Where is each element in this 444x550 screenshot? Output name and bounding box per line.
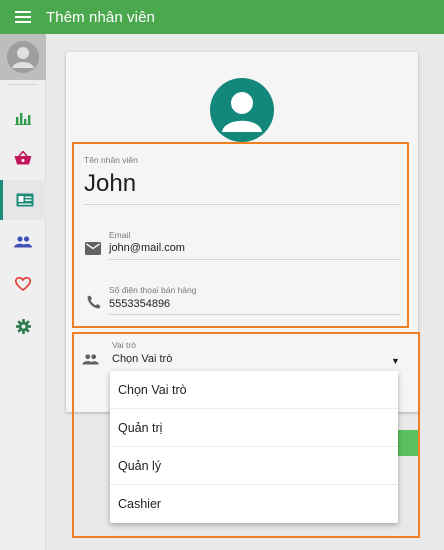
- page-title: Thêm nhân viên: [46, 8, 155, 26]
- email-underline: [109, 259, 400, 260]
- email-icon: [85, 242, 101, 255]
- name-underline: [84, 204, 400, 205]
- nav-item-employees[interactable]: [0, 180, 46, 220]
- app-bar: Thêm nhân viên: [0, 0, 444, 34]
- nav-item-sales[interactable]: [0, 138, 46, 178]
- phone-input[interactable]: 5553354896: [109, 298, 170, 310]
- role-option[interactable]: Quản lý: [110, 447, 398, 485]
- avatar-icon: [7, 41, 39, 73]
- role-option[interactable]: Quản trị: [110, 409, 398, 447]
- phone-label: Số điện thoại bán hàng: [109, 285, 197, 295]
- phone-underline: [109, 314, 400, 315]
- nav-divider: [8, 84, 37, 85]
- role-option[interactable]: Cashier: [110, 485, 398, 523]
- role-label: Vai trò: [112, 340, 136, 350]
- people-icon: [14, 236, 32, 248]
- menu-icon: [15, 11, 31, 23]
- role-option[interactable]: Chọn Vai trò: [110, 371, 398, 409]
- nav-item-statistics[interactable]: [0, 98, 46, 138]
- role-select[interactable]: Chọn Vai trò: [112, 353, 172, 365]
- name-label: Tên nhân viên: [84, 155, 138, 165]
- email-label: Email: [109, 230, 131, 240]
- phone-icon: [87, 295, 101, 309]
- email-input[interactable]: john@mail.com: [109, 242, 185, 254]
- nav-item-settings[interactable]: [0, 306, 46, 346]
- id-card-icon: [16, 193, 33, 207]
- gear-icon: [15, 318, 31, 334]
- dropdown-arrow-icon[interactable]: ▼: [391, 356, 400, 366]
- person-icon: [222, 92, 262, 132]
- basket-icon: [14, 151, 32, 165]
- name-input[interactable]: John: [84, 170, 136, 198]
- role-dropdown-menu: Chọn Vai trò Quản trị Quản lý Cashier: [110, 371, 398, 523]
- profile-photo[interactable]: [210, 78, 274, 142]
- heart-icon: [15, 277, 31, 291]
- menu-button[interactable]: [0, 0, 46, 34]
- people-icon: [82, 354, 99, 365]
- nav-item-customers[interactable]: [0, 222, 46, 262]
- bar-chart-icon: [15, 113, 31, 125]
- user-avatar[interactable]: [0, 34, 46, 80]
- nav-item-favorites[interactable]: [0, 264, 46, 304]
